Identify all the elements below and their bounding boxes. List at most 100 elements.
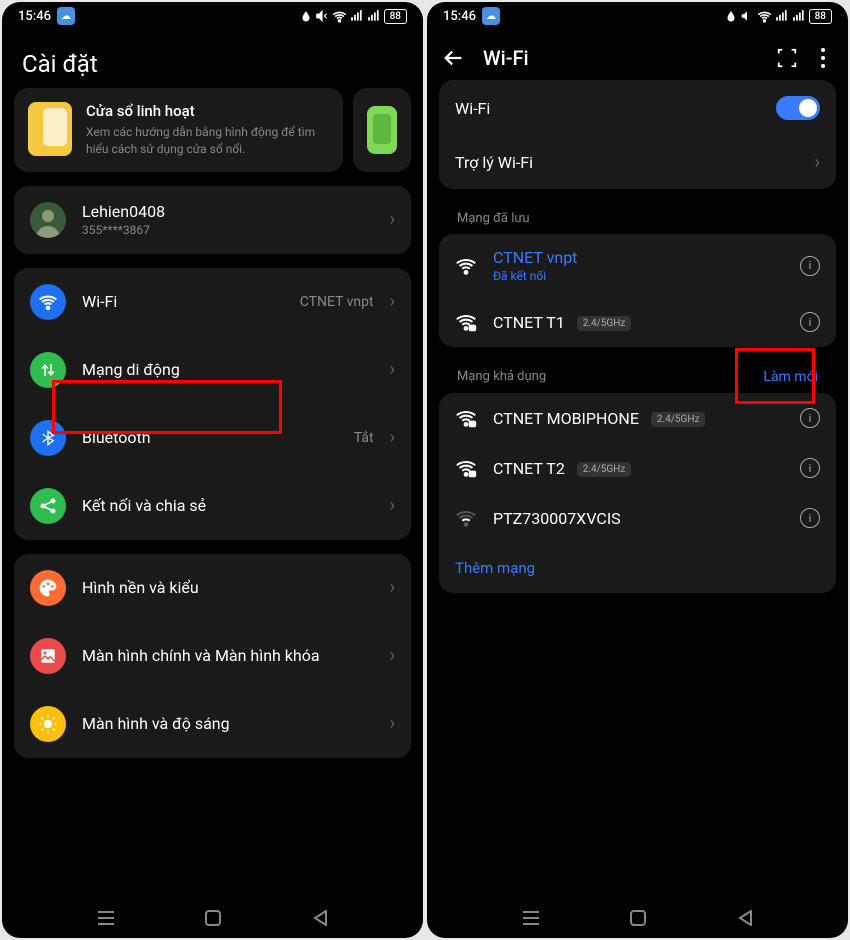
nav-home-button[interactable]: [203, 908, 223, 928]
chevron-right-icon: ›: [390, 209, 395, 230]
network-name: CTNET T2: [493, 459, 565, 478]
chevron-right-icon: ›: [390, 359, 395, 380]
qr-scan-button[interactable]: [776, 47, 798, 69]
network-row-ptz[interactable]: PTZ730007XVCIS i: [439, 493, 836, 543]
network-name: CTNET T1: [493, 313, 565, 332]
signal-icon-2: [367, 9, 381, 23]
nav-back-button[interactable]: [310, 908, 330, 928]
bluetooth-value: Tắt: [354, 430, 374, 446]
wifi-toggle-label: Wi-Fi: [455, 99, 760, 118]
promo-card-flexwindow[interactable]: Cửa sổ linh hoạt Xem các hướng dẫn bằng …: [14, 88, 343, 172]
bluetooth-icon: [30, 420, 66, 456]
account-id: 355****3867: [82, 223, 374, 237]
add-network-button[interactable]: Thêm mạng: [439, 543, 836, 593]
network-row-ctnet-vnpt[interactable]: CTNET vnpt Đã kết nối i: [439, 234, 836, 297]
refresh-button[interactable]: Làm mới: [763, 369, 818, 385]
network-name: CTNET vnpt: [493, 248, 784, 267]
nav-recent-button[interactable]: [96, 908, 116, 928]
page-title: Wi-Fi: [483, 46, 758, 70]
status-time: 15:46: [443, 9, 476, 24]
wifi-value: CTNET vnpt: [300, 294, 374, 310]
mobile-label: Mạng di động: [82, 360, 374, 379]
bluetooth-row[interactable]: Bluetooth Tắt ›: [14, 404, 411, 472]
mute-icon: [315, 9, 329, 23]
chevron-right-icon: ›: [390, 713, 395, 734]
chevron-right-icon: ›: [390, 645, 395, 666]
nav-bar: [427, 898, 848, 938]
page-title: Cài đặt: [2, 30, 423, 88]
brightness-icon: [30, 706, 66, 742]
nav-bar: [2, 898, 423, 938]
saved-section-label: Mạng đã lưu: [457, 211, 530, 226]
mobile-data-row[interactable]: Mạng di động ›: [14, 336, 411, 404]
wallpaper-label: Hình nền và kiểu: [82, 578, 374, 597]
wifi-label: Wi-Fi: [82, 292, 284, 311]
wifi-toggle[interactable]: [776, 96, 820, 120]
wifi-screen: 15:46 ☁ 88 Wi-Fi Wi-Fi: [427, 2, 848, 938]
display-label: Màn hình và độ sáng: [82, 714, 374, 733]
nav-back-button[interactable]: [735, 908, 755, 928]
share-icon: [30, 488, 66, 524]
band-badge: 2.4/5GHz: [577, 316, 632, 331]
network-row-ctnet-t2[interactable]: CTNET T2 2.4/5GHz i: [439, 443, 836, 493]
chevron-right-icon: ›: [390, 577, 395, 598]
mute-icon: [740, 9, 754, 23]
info-icon[interactable]: i: [800, 256, 820, 276]
wifi-icon: [757, 9, 772, 24]
wifi-lock-icon: [455, 457, 477, 479]
weather-icon: ☁: [57, 7, 75, 25]
homescreen-row[interactable]: Màn hình chính và Màn hình khóa ›: [14, 622, 411, 690]
wifi-lock-icon: [455, 311, 477, 333]
wifi-settings-row[interactable]: Wi-Fi CTNET vnpt ›: [14, 268, 411, 336]
image-icon: [30, 638, 66, 674]
palette-icon: [30, 570, 66, 606]
status-time: 15:46: [18, 9, 51, 24]
wifi-signal-icon: [455, 255, 477, 277]
wifi-icon: [30, 284, 66, 320]
nav-home-button[interactable]: [628, 908, 648, 928]
phone-green-icon: [367, 106, 397, 154]
band-badge: 2.4/5GHz: [577, 462, 632, 477]
settings-screen: 15:46 ☁ 88 Cài đặt: [2, 2, 423, 938]
chevron-right-icon: ›: [390, 495, 395, 516]
promo-title: Cửa sổ linh hoạt: [86, 102, 329, 120]
network-name: CTNET MOBIPHONE: [493, 409, 639, 428]
bluetooth-label: Bluetooth: [82, 428, 338, 447]
wifi-icon: [332, 9, 347, 24]
back-button[interactable]: [443, 47, 465, 69]
wifi-assistant-row[interactable]: Trợ lý Wi-Fi ›: [439, 136, 836, 189]
assistant-label: Trợ lý Wi-Fi: [455, 153, 799, 172]
account-row[interactable]: Lehien0408 355****3867 ›: [14, 186, 411, 254]
share-label: Kết nối và chia sẻ: [82, 496, 374, 515]
wifi-weak-icon: [455, 507, 477, 529]
account-name: Lehien0408: [82, 202, 374, 221]
homescreen-label: Màn hình chính và Màn hình khóa: [82, 646, 374, 665]
chevron-right-icon: ›: [390, 291, 395, 312]
connection-share-row[interactable]: Kết nối và chia sẻ ›: [14, 472, 411, 540]
promo-card-secondary[interactable]: [353, 88, 411, 172]
battery-indicator: 88: [809, 9, 832, 24]
water-drop-icon: [300, 10, 312, 22]
signal-icon-2: [792, 9, 806, 23]
network-status: Đã kết nối: [493, 269, 784, 283]
status-bar: 15:46 ☁ 88: [2, 2, 423, 30]
network-row-mobiphone[interactable]: CTNET MOBIPHONE 2.4/5GHz i: [439, 393, 836, 443]
more-button[interactable]: [820, 47, 826, 69]
network-name: PTZ730007XVCIS: [493, 509, 621, 528]
wifi-toggle-row[interactable]: Wi-Fi: [439, 80, 836, 136]
avatar-icon: [30, 202, 66, 238]
chevron-right-icon: ›: [390, 427, 395, 448]
water-drop-icon: [725, 10, 737, 22]
display-row[interactable]: Màn hình và độ sáng ›: [14, 690, 411, 758]
wallpaper-row[interactable]: Hình nền và kiểu ›: [14, 554, 411, 622]
signal-icon: [775, 9, 789, 23]
info-icon[interactable]: i: [800, 458, 820, 478]
status-bar: 15:46 ☁ 88: [427, 2, 848, 30]
info-icon[interactable]: i: [800, 312, 820, 332]
wifi-lock-icon: [455, 407, 477, 429]
nav-recent-button[interactable]: [521, 908, 541, 928]
network-row-ctnet-t1[interactable]: CTNET T1 2.4/5GHz i: [439, 297, 836, 347]
promo-subtitle: Xem các hướng dẫn bằng hình động để tìm …: [86, 124, 329, 158]
info-icon[interactable]: i: [800, 408, 820, 428]
info-icon[interactable]: i: [800, 508, 820, 528]
